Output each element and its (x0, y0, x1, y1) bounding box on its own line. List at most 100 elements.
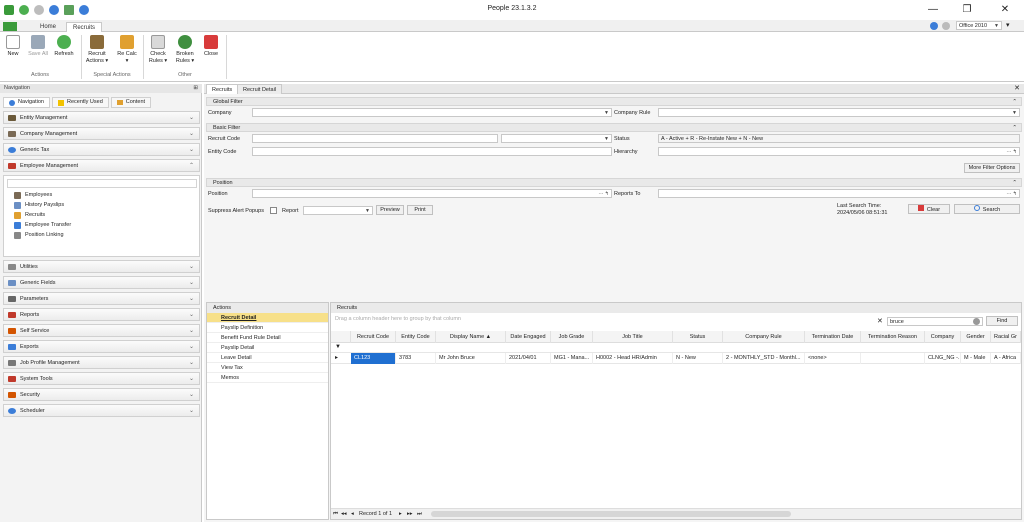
theme-select[interactable]: Office 2010 ▼ (956, 21, 1002, 30)
tab-recruit-detail[interactable]: Recruit Detail (237, 84, 283, 94)
section-reports[interactable]: Reports ⌄ (3, 308, 200, 321)
column-recruit-code[interactable]: Recruit Code (351, 331, 396, 343)
report-select[interactable]: ▼ (303, 206, 373, 215)
more-filter-options-button[interactable]: More Filter Options (964, 163, 1020, 173)
column-termination-date[interactable]: Termination Date (805, 331, 861, 343)
search-button[interactable]: Search (954, 204, 1020, 214)
section-job-profile-management[interactable]: Job Profile Management ⌄ (3, 356, 200, 369)
nav-item-recruits[interactable]: Recruits (14, 210, 45, 220)
column-company[interactable]: Company (925, 331, 961, 343)
refresh-button[interactable]: Refresh (53, 35, 75, 58)
style-icon[interactable] (942, 22, 950, 30)
section-self-service[interactable]: Self Service ⌄ (3, 324, 200, 337)
reports-to-input[interactable]: ··· ↰ (658, 189, 1020, 198)
pin-icon[interactable]: ⊞ (193, 84, 198, 93)
section-utilities[interactable]: Utilities ⌄ (3, 260, 200, 273)
last-record-icon[interactable]: ⏭ (417, 509, 422, 520)
nav-item-employee-transfer[interactable]: Employee Transfer (14, 220, 71, 230)
find-button[interactable]: Find (986, 316, 1018, 326)
navigation-search-input[interactable] (7, 179, 197, 188)
cell-gender[interactable]: M - Male (961, 353, 991, 364)
action-recruit-detail[interactable]: Recruit Detail (207, 313, 328, 323)
global-filter-bar[interactable]: Global Filter ⌃ (206, 97, 1022, 106)
section-scheduler[interactable]: Scheduler ⌄ (3, 404, 200, 417)
position-input[interactable]: ··· ↰ (252, 189, 612, 198)
cell-racial-group[interactable]: A - Africa (991, 353, 1021, 364)
prev-page-icon[interactable]: ◂◂ (341, 509, 347, 520)
cell-company-rule[interactable]: 2 - MONTHLY_STD - Monthl... (723, 353, 805, 364)
section-generic-fields[interactable]: Generic Fields ⌄ (3, 276, 200, 289)
cell-company[interactable]: CLNG_NG -... (925, 353, 961, 364)
horizontal-scrollbar[interactable] (431, 511, 791, 517)
first-record-icon[interactable]: ⏮ (333, 509, 338, 520)
column-racial-group[interactable]: Racial Gr (991, 331, 1021, 343)
tab-home[interactable]: Home (34, 22, 62, 32)
nav-item-employees[interactable]: Employees (14, 190, 52, 200)
cell-status[interactable]: N - New (673, 353, 723, 364)
collapse-ribbon-icon[interactable]: ▾ (1006, 21, 1010, 29)
section-generic-tax[interactable]: Generic Tax ⌄ (3, 143, 200, 156)
section-company-management[interactable]: Company Management ⌄ (3, 127, 200, 140)
suppress-alert-checkbox[interactable] (270, 207, 277, 214)
cell-entity-code[interactable]: 3783 (396, 353, 436, 364)
close-button[interactable]: Close (200, 35, 222, 58)
cell-display-name[interactable]: Mr John Bruce (436, 353, 506, 364)
tab-content[interactable]: Content (110, 97, 152, 108)
company-rule-select[interactable]: ▼ (658, 108, 1020, 117)
check-rules-button[interactable]: Check Rules ▾ (147, 35, 169, 65)
hierarchy-input[interactable]: ··· ↰ (658, 147, 1020, 156)
section-entity-management[interactable]: Entity Management ⌄ (3, 111, 200, 124)
cell-termination-reason[interactable] (861, 353, 925, 364)
tab-recruits-list[interactable]: Recruits (206, 84, 239, 94)
nav-item-position-linking[interactable]: Position Linking (14, 230, 64, 240)
help-icon[interactable] (930, 22, 938, 30)
next-record-icon[interactable]: ▸ (399, 509, 402, 520)
cell-recruit-code[interactable]: CL123 (351, 353, 396, 364)
section-exports[interactable]: Exports ⌄ (3, 340, 200, 353)
action-leave-detail[interactable]: Leave Detail (207, 353, 328, 363)
company-select[interactable]: ▼ (252, 108, 612, 117)
nav-item-history-payslips[interactable]: History Payslips (14, 200, 64, 210)
new-button[interactable]: New (2, 35, 24, 58)
minimize-button[interactable]: — (924, 3, 942, 17)
recalc-button[interactable]: Re Calc ▾ (116, 35, 138, 65)
tab-recently-used[interactable]: Recently Used (52, 97, 109, 108)
column-entity-code[interactable]: Entity Code (396, 331, 436, 343)
column-job-grade[interactable]: Job Grade (551, 331, 593, 343)
section-system-tools[interactable]: System Tools ⌄ (3, 372, 200, 385)
close-find-icon[interactable]: ✕ (877, 317, 883, 325)
maximize-button[interactable]: ❐ (958, 3, 976, 17)
cell-job-title[interactable]: H0002 - Head HR/Admin (593, 353, 673, 364)
clear-find-icon[interactable] (973, 318, 980, 325)
preview-button[interactable]: Preview (376, 205, 404, 215)
clear-button[interactable]: Clear (908, 204, 950, 214)
column-job-title[interactable]: Job Title (593, 331, 673, 343)
recruit-code-input[interactable] (252, 134, 498, 143)
column-company-rule[interactable]: Company Rule (723, 331, 805, 343)
position-filter-bar[interactable]: Position ⌃ (206, 178, 1022, 187)
cell-termination-date[interactable]: <none> (805, 353, 861, 364)
action-payslip-definition[interactable]: Payslip Definition (207, 323, 328, 333)
close-window-button[interactable]: ✕ (996, 3, 1014, 17)
prev-record-icon[interactable]: ◂ (351, 509, 354, 520)
column-gender[interactable]: Gender (961, 331, 991, 343)
column-date-engaged[interactable]: Date Engaged (506, 331, 551, 343)
recruit-actions-button[interactable]: Recruit Actions ▾ (85, 35, 109, 65)
save-all-button[interactable]: Save All (27, 35, 49, 58)
cell-job-grade[interactable]: MG1 - Mana... (551, 353, 593, 364)
action-view-tax[interactable]: View Tax (207, 363, 328, 373)
tab-navigation[interactable]: Navigation (3, 97, 50, 108)
section-security[interactable]: Security ⌄ (3, 388, 200, 401)
next-page-icon[interactable]: ▸▸ (407, 509, 413, 520)
app-menu-button[interactable] (3, 22, 17, 31)
status-input[interactable]: A - Active + R - Re-Instate New + N - Ne… (658, 134, 1020, 143)
find-input[interactable]: bruce (887, 317, 983, 326)
column-status[interactable]: Status (673, 331, 723, 343)
section-employee-management[interactable]: Employee Management ⌃ (3, 159, 200, 172)
tab-recruits[interactable]: Recruits (66, 22, 103, 32)
recruit-code-operator-select[interactable]: ▼ (501, 134, 612, 143)
print-button[interactable]: Print (407, 205, 433, 215)
action-memos[interactable]: Memos (207, 373, 328, 383)
action-benefit-fund-rule-detail[interactable]: Benefit Fund Rule Detail (207, 333, 328, 343)
auto-filter-row[interactable]: ▼ (331, 343, 1021, 353)
